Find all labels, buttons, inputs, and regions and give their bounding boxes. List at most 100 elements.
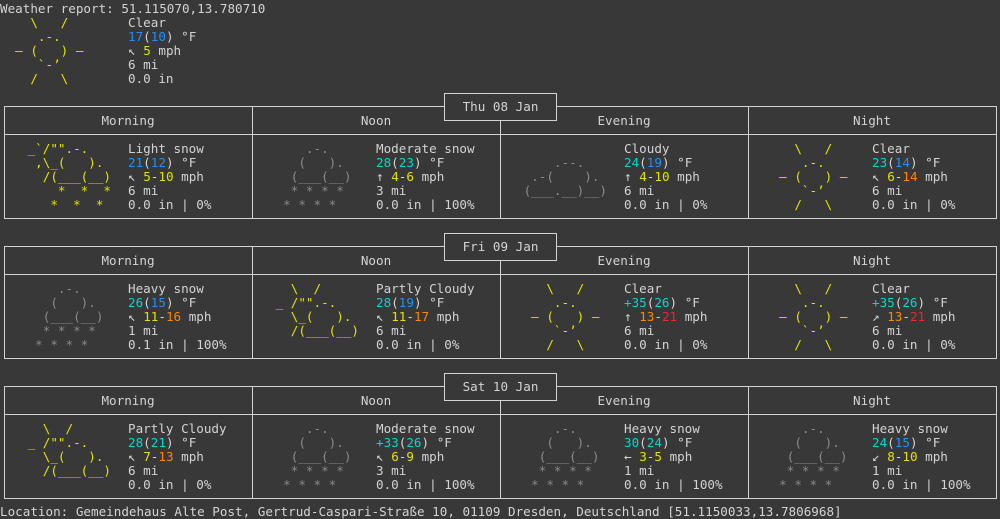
condition-text: Partly Cloudy <box>376 281 475 296</box>
visibility: 6 mi <box>128 463 159 478</box>
precipitation: 0.0 in <box>128 72 174 86</box>
wind-unit: mph <box>925 449 948 464</box>
weather-icon-line: .-( ). <box>516 169 615 184</box>
wind-low: 13 <box>887 309 903 324</box>
paren: ( <box>887 155 895 170</box>
temperature: 28(21) °F <box>128 436 196 450</box>
paren: ( <box>391 295 399 310</box>
wind-low: 7 <box>143 449 151 464</box>
visibility: 6 mi <box>128 183 159 198</box>
separator: | <box>173 477 197 492</box>
weather-icon-line: * * * * <box>20 337 119 352</box>
wind-low: 11 <box>143 309 159 324</box>
weather-icon-line: .-. <box>764 421 863 436</box>
temperature: 26(15) °F <box>128 296 196 310</box>
precip-chance: 100% <box>444 197 475 212</box>
weather-icon-line: (___(__) <box>516 449 615 464</box>
weather-icon-line: _ /"".-. <box>268 295 367 310</box>
paren: ) <box>165 155 182 170</box>
wind-unit: mph <box>158 43 182 58</box>
weather-icon-line: / \ <box>0 71 99 86</box>
weather-icon-line: ( ). <box>764 435 863 450</box>
precip-amount: 0.0 in <box>624 477 670 492</box>
wind-low: 4 <box>639 169 647 184</box>
weather-icon-line: ( ). <box>20 295 119 310</box>
period-label: Noon <box>360 113 392 128</box>
dash: - <box>654 309 662 324</box>
precip-chance: 0% <box>940 337 956 352</box>
condition-text: Heavy snow <box>872 421 948 436</box>
visibility: 6 mi <box>376 323 407 338</box>
temp-value: 28 <box>128 435 144 450</box>
wind: ↑ 13-21 mph <box>624 310 707 324</box>
paren: ( <box>143 295 151 310</box>
paren: ( <box>143 29 151 44</box>
weather-icon-line: `-’ <box>0 57 99 72</box>
weather-icon-line: _`/"".-. <box>20 141 119 156</box>
location-footer: Location: Gemeindehaus Alte Post, Gertru… <box>0 504 842 519</box>
weather-icon-line: ― ( ) ― <box>764 309 863 324</box>
weather-icon-line <box>20 478 119 492</box>
weather-icon-line: /(___(__) <box>20 169 119 184</box>
precipitation: 0.0 in | 0% <box>128 198 211 212</box>
weather-icon-line: _ /"".-. <box>20 435 119 450</box>
separator: | <box>669 197 693 212</box>
weather-icon-line: * * * * <box>268 477 367 492</box>
temp-unit: °F <box>925 155 941 170</box>
wind-low: 6 <box>887 169 895 184</box>
separator: | <box>669 337 693 352</box>
feels-like-value: 26 <box>902 295 918 310</box>
weather-icon-line: \_( ). <box>20 449 119 464</box>
weather-icon-line: ( ). <box>268 435 367 450</box>
temperature: 28(19) °F <box>376 296 444 310</box>
temp-value: +35 <box>624 295 647 310</box>
wind: ↗ 13-21 mph <box>872 310 955 324</box>
precip-amount: 0.1 in <box>128 337 174 352</box>
condition-text: Clear <box>624 281 662 296</box>
feels-like-value: 15 <box>894 435 910 450</box>
wind: ↖ 11-16 mph <box>128 310 211 324</box>
temp-unit: °F <box>181 435 197 450</box>
precip-amount: 0.0 in <box>872 197 918 212</box>
condition-text: Moderate snow <box>376 421 475 436</box>
wind-direction-icon: ↖ <box>128 43 136 58</box>
temperature: 28(23) °F <box>376 156 444 170</box>
weather-icon-line: \ / <box>516 281 615 296</box>
weather-icon-line: /(___(__) <box>268 323 367 338</box>
weather-icon-line <box>516 198 615 212</box>
wind-unit: mph <box>932 309 956 324</box>
temperature: 30(24) °F <box>624 436 692 450</box>
wind: ↖ 6-9 mph <box>376 450 444 464</box>
precip-amount: 0.0 in <box>376 337 422 352</box>
weather-icon-line: .-. <box>268 141 367 156</box>
wind-unit: mph <box>669 449 693 464</box>
temperature: 24(15) °F <box>872 436 940 450</box>
weather-icon-line: * * * * <box>516 463 615 478</box>
separator: | <box>669 477 693 492</box>
wind-high: 21 <box>909 309 926 324</box>
visibility: 1 mi <box>624 463 655 478</box>
weather-icon-line: ― ( ) ― <box>764 169 863 184</box>
precipitation: 0.0 in | 100% <box>376 198 475 212</box>
weather-icon-line: / \ <box>764 337 863 352</box>
weather-icon-line: ― ( ) ― <box>0 43 99 58</box>
precip-chance: 0% <box>692 197 708 212</box>
weather-icon-line: (___(__) <box>764 449 863 464</box>
separator: | <box>917 197 941 212</box>
precipitation: 0.0 in | 100% <box>376 478 475 492</box>
weather-icon-line: `-’ <box>764 183 863 198</box>
period-label: Night <box>853 253 891 268</box>
paren: ) <box>917 295 933 310</box>
condition-text: Moderate snow <box>376 141 475 156</box>
weather-icon-line: / \ <box>516 337 615 352</box>
terminal-window: Weather report: 51.115070,13.780710 \ / … <box>0 0 1000 519</box>
wind-high: 10 <box>158 169 174 184</box>
paren: ) <box>413 155 430 170</box>
wind-high: 6 <box>406 169 414 184</box>
precip-amount: 0.0 in <box>872 477 918 492</box>
weather-icon-line: ( ). <box>516 435 615 450</box>
weather-icon-line: (___(__) <box>268 169 367 184</box>
